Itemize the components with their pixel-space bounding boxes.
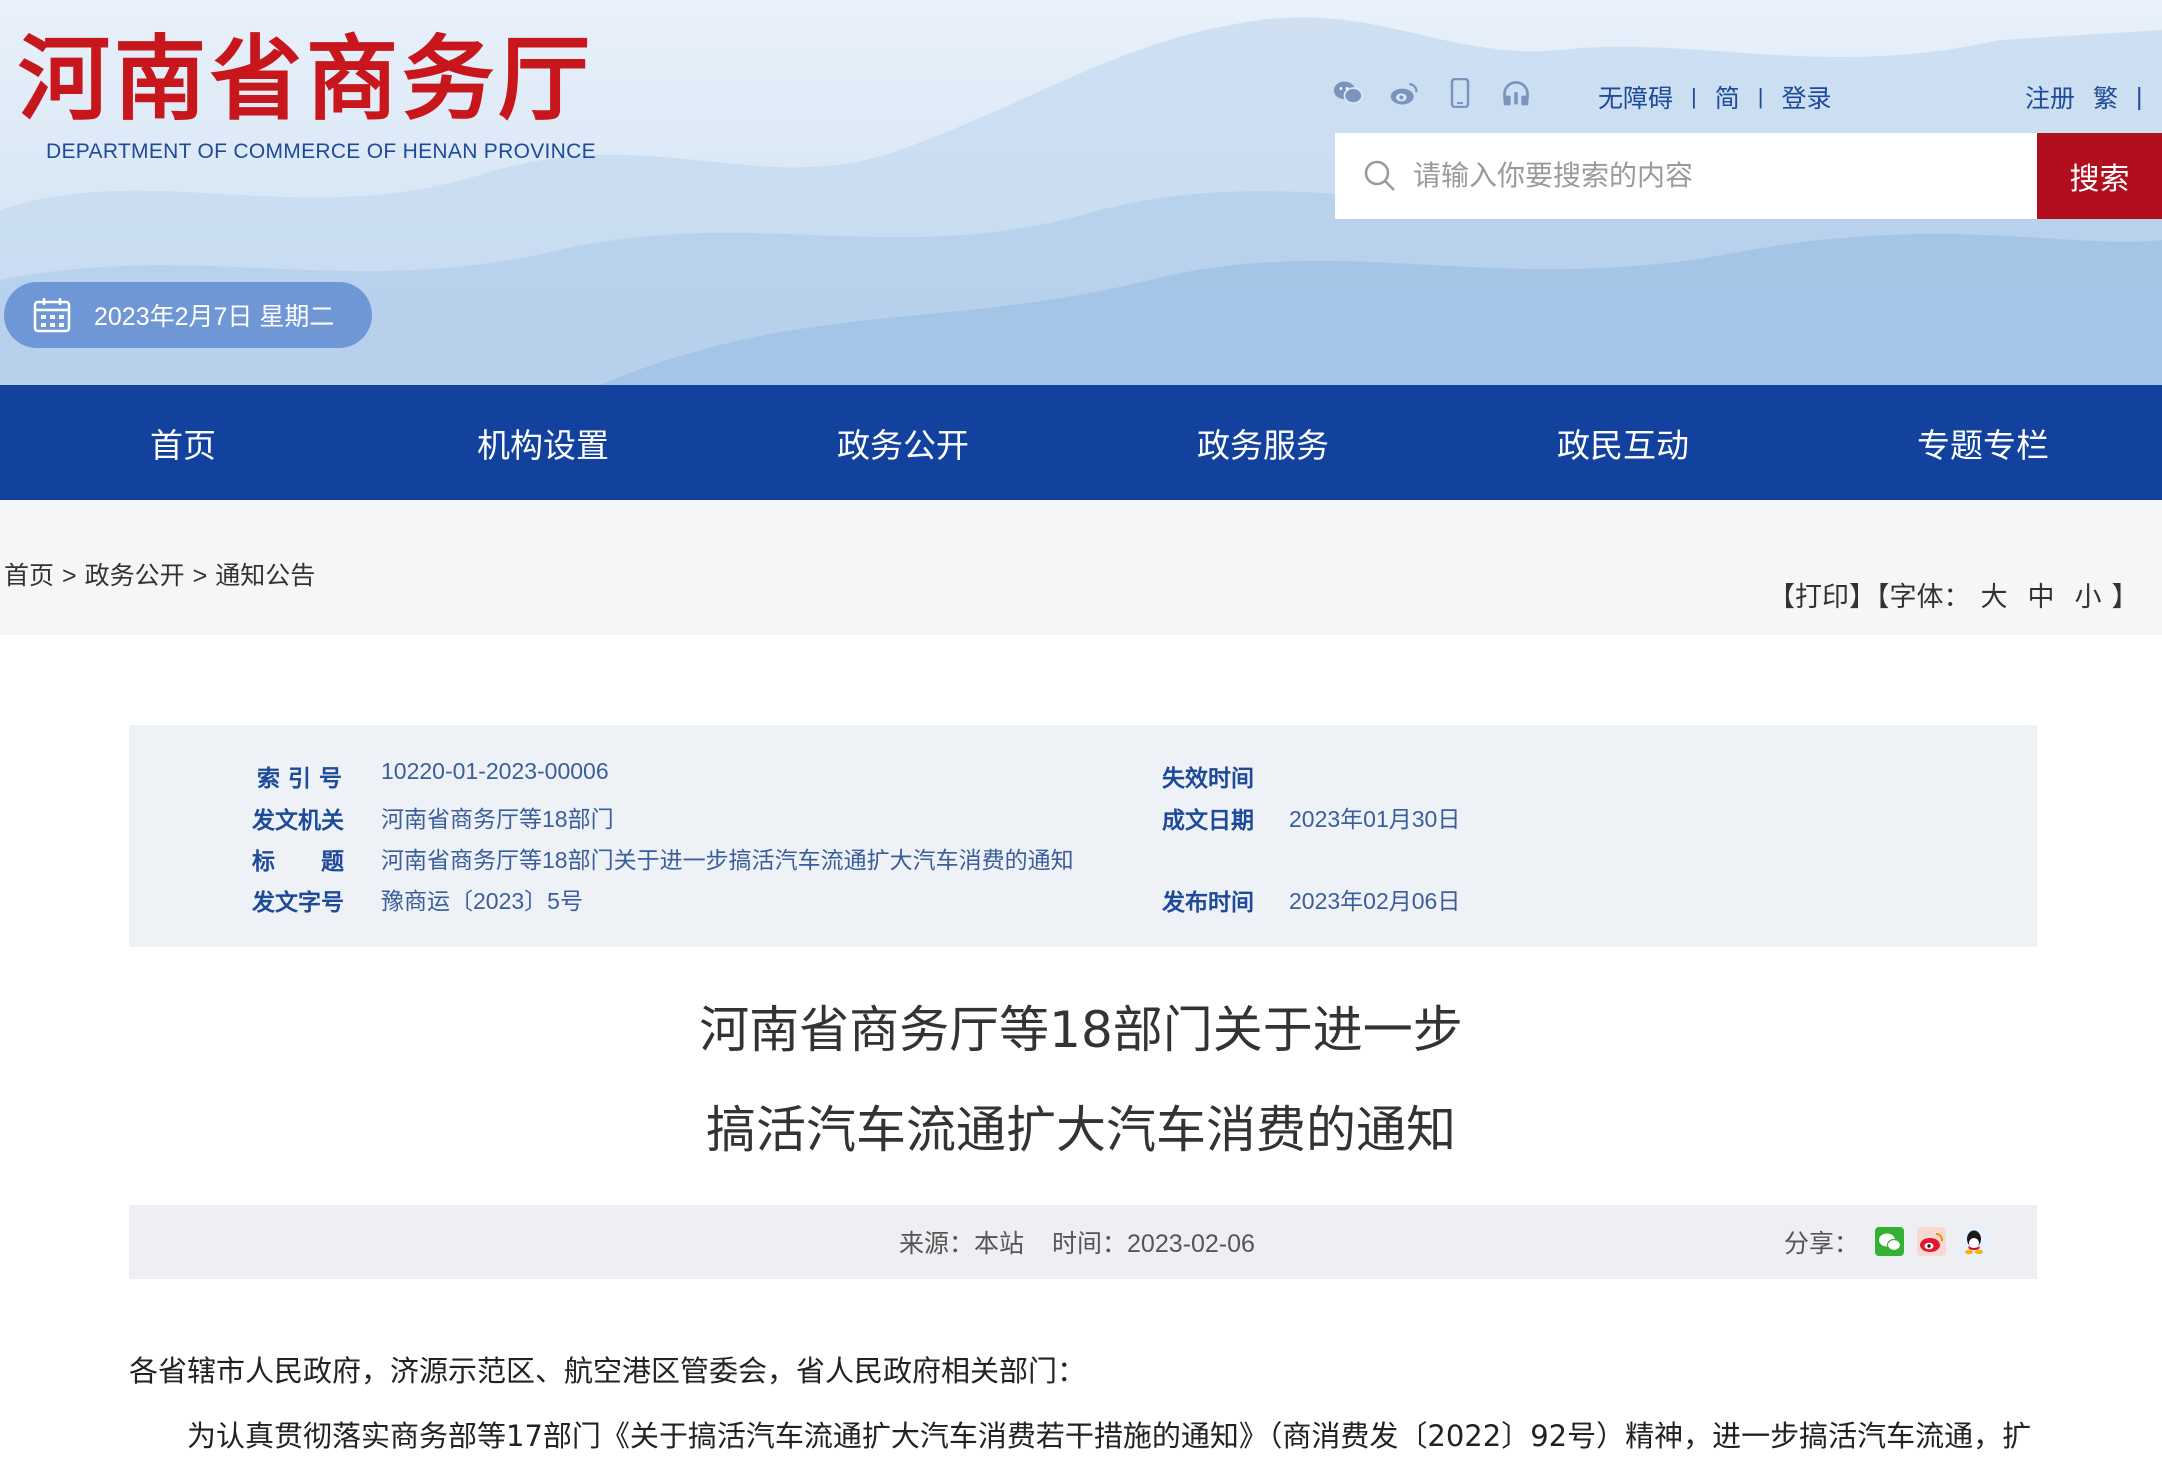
wechat-icon[interactable]: [1333, 78, 1363, 108]
article-salutation: 各省辖市人民政府，济源示范区、航空港区管委会，省人民政府相关部门：: [129, 1354, 1087, 1388]
header-icon-group: [1333, 78, 1531, 108]
share-label: 分享：: [1784, 1230, 1860, 1258]
link-separator: |: [2136, 82, 2143, 111]
simplified-chinese-link[interactable]: 简: [1715, 79, 1740, 115]
site-logo-english: DEPARTMENT OF COMMERCE OF HENAN PROVINCE: [46, 140, 596, 163]
article-time: 时间：2023-02-06: [1052, 1230, 1255, 1258]
breadcrumb-government-affairs[interactable]: 政务公开: [85, 562, 185, 590]
link-separator: |: [1757, 84, 1764, 109]
nav-government-affairs-disclosure[interactable]: 政务公开: [723, 385, 1083, 500]
nav-government-services[interactable]: 政务服务: [1083, 385, 1443, 500]
date-display: 2023年2月7日 星期二: [4, 282, 372, 348]
document-metadata: 索 引 号 10220-01-2023-00006 发文机关 河南省商务厅等18…: [129, 725, 2037, 947]
index-number-value: 10220-01-2023-00006: [381, 758, 609, 784]
nav-public-interaction[interactable]: 政民互动: [1443, 385, 1803, 500]
current-date: 2023年2月7日 星期二: [94, 303, 335, 331]
article-info-bar: 来源：本站 时间：2023-02-06 分享：: [129, 1205, 2037, 1279]
breadcrumb-notices[interactable]: 通知公告: [215, 562, 315, 590]
issuer-label: 发文机关: [252, 808, 344, 834]
publish-time-value: 2023年02月06日: [1289, 888, 1461, 914]
title-label: 标 题: [252, 849, 344, 875]
article-source: 来源：本站: [899, 1230, 1025, 1258]
article-source-time: 来源：本站 时间：2023-02-06: [899, 1205, 1255, 1279]
nav-special-topics[interactable]: 专题专栏: [1803, 385, 2162, 500]
search-input[interactable]: [1411, 159, 2015, 193]
calendar-icon: [33, 298, 71, 333]
font-medium-button[interactable]: 中: [2028, 582, 2055, 612]
font-small-button[interactable]: 小: [2075, 582, 2102, 612]
publish-time-label: 发布时间: [1162, 890, 1254, 916]
link-separator: |: [1691, 84, 1697, 109]
accessibility-link[interactable]: 无障碍: [1598, 79, 1673, 115]
nav-home[interactable]: 首页: [3, 385, 363, 500]
register-link[interactable]: 注册: [2025, 79, 2075, 115]
index-number-label: 索 引 号: [257, 766, 343, 792]
search-bar: [1335, 133, 2037, 219]
search-icon: [1364, 160, 1395, 191]
article-title-line-1: 河南省商务厅等18部门关于进一步: [699, 1001, 1463, 1059]
article-title-line-2: 搞活汽车流通扩大汽车消费的通知: [706, 1101, 1456, 1159]
document-number-value: 豫商运〔2023〕5号: [381, 888, 583, 914]
mobile-icon[interactable]: [1445, 78, 1475, 108]
breadcrumb-home[interactable]: 首页: [4, 562, 54, 590]
main-nav: 首页 机构设置 政务公开 政务服务 政民互动 专题专栏: [0, 385, 2162, 500]
document-number-label: 发文字号: [252, 890, 344, 916]
title-value: 河南省商务厅等18部门关于进一步搞活汽车流通扩大汽车消费的通知: [381, 847, 1074, 873]
weibo-icon[interactable]: [1389, 78, 1419, 108]
article-paragraph-1: 为认真贯彻落实商务部等17部门《关于搞活汽车流通扩大汽车消费若干措施的通知》（商…: [187, 1419, 2032, 1453]
qq-share-icon[interactable]: [1959, 1227, 1988, 1256]
top-links: 无障碍 | 简 | 登录: [1598, 79, 1831, 115]
weibo-share-icon[interactable]: [1917, 1227, 1946, 1256]
top-links-right: 注册 繁 |: [2025, 79, 2143, 115]
traditional-chinese-link[interactable]: 繁: [2093, 79, 2118, 115]
print-button[interactable]: 【打印】: [1768, 582, 1876, 612]
written-date-value: 2023年01月30日: [1289, 806, 1461, 832]
written-date-label: 成文日期: [1162, 808, 1254, 834]
wechat-share-icon[interactable]: [1875, 1227, 1904, 1256]
breadcrumb: 首页 > 政务公开 > 通知公告: [4, 562, 316, 590]
login-link[interactable]: 登录: [1781, 79, 1831, 115]
share-icons: [1875, 1227, 1988, 1256]
site-header: 河南省商务厅 DEPARTMENT OF COMMERCE OF HENAN P…: [0, 0, 2162, 385]
search-button[interactable]: 搜索: [2037, 133, 2162, 219]
site-logo[interactable]: 河南省商务厅: [18, 24, 594, 134]
expiry-time-label: 失效时间: [1162, 766, 1254, 792]
font-size-label: 【字体：: [1876, 582, 1971, 612]
font-large-button[interactable]: 大: [1981, 582, 2008, 612]
nav-organization[interactable]: 机构设置: [363, 385, 723, 500]
headphones-icon[interactable]: [1501, 78, 1531, 108]
issuer-value: 河南省商务厅等18部门: [381, 806, 614, 832]
page-tools: 【打印】【字体：大中小】: [1768, 582, 2139, 612]
